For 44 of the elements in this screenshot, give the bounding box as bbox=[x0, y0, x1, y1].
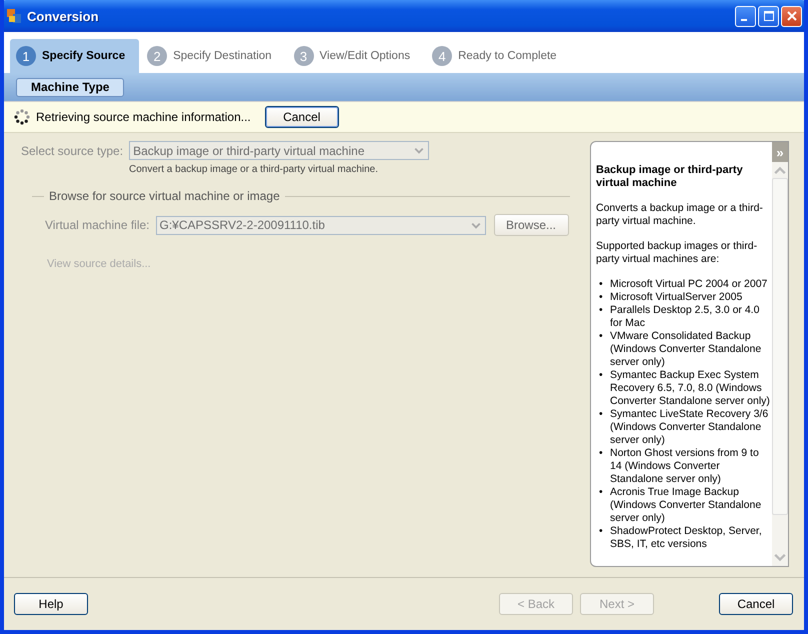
app-icon bbox=[6, 8, 22, 24]
field-label: Virtual machine file: bbox=[45, 218, 150, 232]
bullet: • bbox=[598, 525, 604, 539]
bullet: • bbox=[598, 447, 604, 461]
help-list-item: Microsoft Virtual PC 2004 or 2007 bbox=[610, 278, 768, 291]
bullet: • bbox=[598, 486, 604, 500]
close-icon bbox=[786, 11, 796, 21]
help-title: Backup image or third-party virtual machine bbox=[596, 164, 744, 190]
help-list-item: Acronis True Image Backup (Windows Converter Standalone server only) bbox=[610, 486, 762, 525]
help-paragraph: Supported backup images or third-party virtual machines are: bbox=[596, 240, 758, 266]
step-tab[interactable]: 2 Specify Destination bbox=[141, 39, 286, 73]
field-label: Select source type: bbox=[21, 144, 124, 158]
help-list-item: Parallels Desktop 2.5, 3.0 or 4.0 for Mac bbox=[610, 304, 760, 330]
group-title: Browse for source virtual machine or image bbox=[49, 189, 280, 203]
hint-text: Convert a backup image or a third-party virtual machine. bbox=[129, 164, 380, 175]
help-list-item: Microsoft VirtualServer 2005 bbox=[610, 291, 742, 304]
step-tab[interactable]: 4 Ready to Complete bbox=[426, 39, 571, 73]
maximize-button[interactable] bbox=[758, 6, 779, 26]
minimize-button[interactable] bbox=[735, 6, 756, 26]
step-tab[interactable]: 1 Specify Source bbox=[10, 39, 140, 73]
bullet: • bbox=[598, 369, 604, 383]
help-list-item: Norton Ghost versions from 9 to 14 (Windows Converter Standalone server only) bbox=[610, 447, 760, 486]
help-list-item: ShadowProtect Desktop, Server, SBS, IT, etc versions bbox=[610, 525, 763, 551]
cancel-button[interactable]: Cancel bbox=[264, 106, 339, 128]
window-title: Conversion bbox=[27, 8, 100, 24]
help-list-item: Symantec LiveState Recovery 3/6 (Windows Converter Standalone server only) bbox=[610, 408, 770, 447]
bullet: • bbox=[598, 304, 604, 318]
help-button[interactable]: Help bbox=[14, 593, 88, 615]
bullet: • bbox=[598, 278, 604, 291]
help-list-item: Symantec Backup Exec System Recovery 6.5, 7.0, 8.0 (Windows Converter Standalone server only) bbox=[610, 369, 771, 408]
help-list-item: VMware Consolidated Backup (Windows Converter Standalone server only) bbox=[610, 330, 762, 369]
bullet: • bbox=[598, 291, 604, 304]
maximize-icon bbox=[764, 11, 774, 21]
close-button[interactable] bbox=[781, 6, 802, 26]
loading-spinner-icon bbox=[14, 109, 30, 125]
minimize-icon bbox=[740, 19, 746, 21]
machine-type-tab[interactable]: Machine Type bbox=[16, 78, 124, 96]
bullet: • bbox=[598, 330, 604, 344]
step-tab[interactable]: 3 View/Edit Options bbox=[288, 39, 424, 73]
status-message: Retrieving source machine information... bbox=[36, 110, 251, 124]
help-paragraph: Converts a backup image or a third-party virtual machine. bbox=[596, 202, 764, 228]
cancel-button[interactable]: Cancel bbox=[719, 593, 793, 615]
browse-button[interactable]: Browse... bbox=[494, 214, 568, 236]
bullet: • bbox=[598, 408, 604, 422]
